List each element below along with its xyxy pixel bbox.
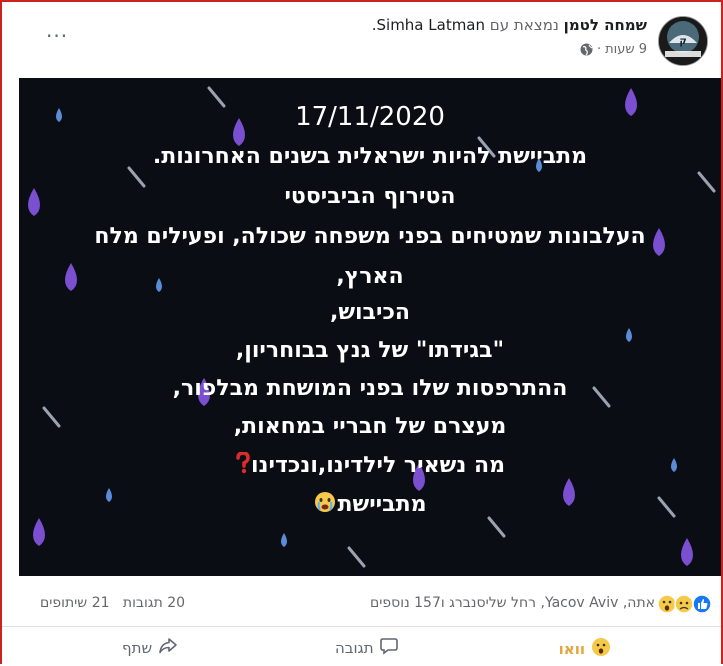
shares-count[interactable]: 21 שיתופים (40, 595, 110, 611)
post-meta: 9 שעות · (580, 42, 647, 57)
like-icon (692, 594, 712, 614)
tagged-person[interactable]: Simha Latman. (372, 16, 485, 34)
post-line-3: העלבונות שמטיחים בפני משפחה שכולה, ופעיל… (94, 224, 646, 249)
comment-label: תגובה (335, 639, 374, 657)
wow-icon (591, 637, 611, 661)
svg-text:ק: ק (679, 36, 686, 47)
comments-count[interactable]: 20 תגובות (123, 595, 185, 611)
with-label: נמצאת עם (489, 16, 559, 34)
post-line-4: הארץ, (336, 264, 404, 289)
post-line-2: הטירוף הביביסטי (284, 184, 456, 209)
wow-label: וואו (558, 640, 585, 658)
reactors-text[interactable]: אתה, Yacov Aviv, רחל שליסנברג ו157 נוספי… (370, 595, 655, 611)
sad-icon (674, 594, 694, 614)
wow-icon (657, 594, 677, 614)
post-line-6: "בגידתו" של גנץ בבוחריון, (235, 338, 505, 363)
share-label: שתף (122, 639, 153, 657)
crying-face-icon (313, 490, 337, 520)
question-mark-icon (235, 451, 251, 480)
author-avatar[interactable]: ק (658, 16, 708, 66)
author-line: שמחה לטמן נמצאת עם Simha Latman. (372, 16, 647, 34)
post-line-9: מה נשאיר לילדינו,ונכדינו (250, 453, 506, 478)
post-line-10: מתביישת (337, 492, 427, 517)
comment-icon (379, 637, 398, 659)
more-icon[interactable]: ··· (46, 24, 68, 48)
share-button[interactable]: שתף (122, 637, 178, 659)
engagement-counts: 20 תגובות 21 שיתופים (40, 595, 185, 611)
post-stats: אתה, Yacov Aviv, רחל שליסנברג ו157 נוספי… (2, 578, 721, 627)
post-date: 17/11/2020 (295, 102, 445, 132)
post-line-10-row: מתביישת (19, 490, 721, 520)
post-line-1: מתביישת להיות ישראלית בשנים האחרונות. (152, 144, 588, 169)
author-name[interactable]: שמחה לטמן (564, 16, 647, 34)
post-header: ק שמחה לטמן נמצאת עם Simha Latman. 9 שעו… (2, 2, 721, 76)
post-line-7: ההתרפסות שלו בפני המושחת מבלפור, (172, 376, 568, 401)
post-line-9-row: מה נשאיר לילדינו,ונכדינו (19, 451, 721, 480)
post-time[interactable]: 9 שעות (605, 42, 647, 57)
post-image[interactable]: 17/11/2020 מתביישת להיות ישראלית בשנים ה… (19, 78, 721, 576)
wow-button[interactable]: וואו (559, 637, 611, 661)
meta-separator: · (597, 42, 602, 57)
share-icon (158, 637, 178, 659)
reaction-icons[interactable] (657, 594, 713, 614)
post-actions: וואו תגובה שתף (2, 627, 721, 666)
comment-button[interactable]: תגובה (335, 637, 398, 659)
post-card: ק שמחה לטמן נמצאת עם Simha Latman. 9 שעו… (0, 0, 723, 664)
post-line-8: מעצרם של חבריי במחאות, (233, 414, 507, 439)
post-line-5: הכיבוש, (329, 300, 411, 325)
globe-icon (580, 43, 593, 56)
